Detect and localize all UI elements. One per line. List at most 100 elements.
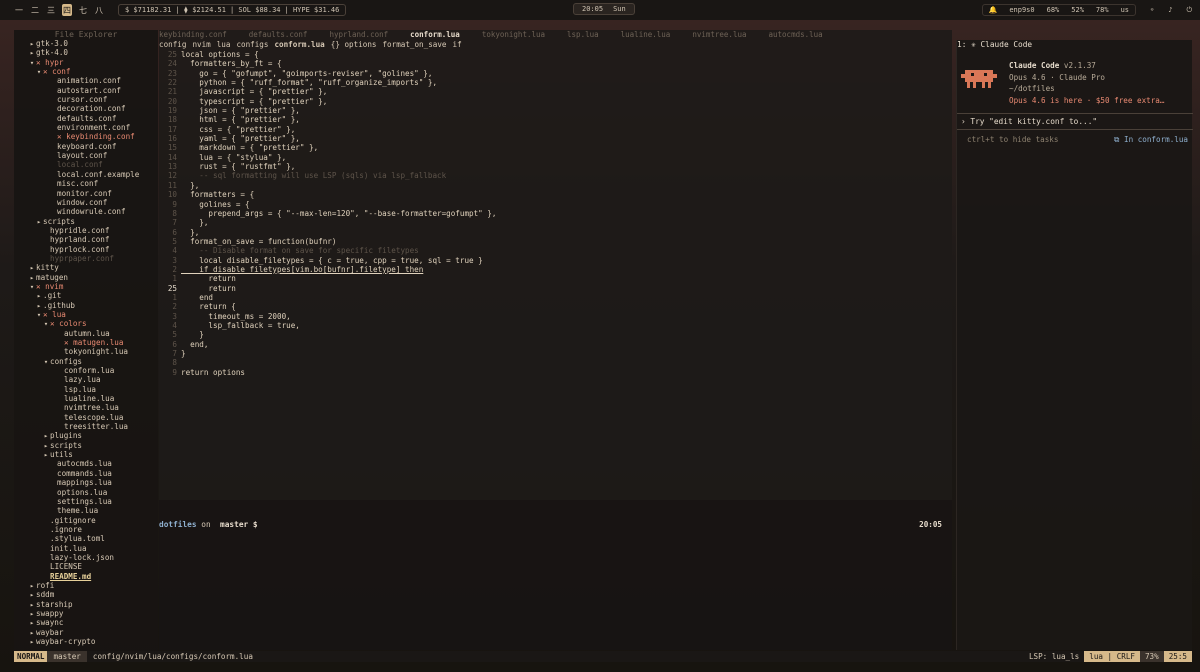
file-tree-item[interactable]: ▸ .git [14, 291, 158, 300]
file-tree-item[interactable]: window.conf [14, 198, 158, 207]
network-label[interactable]: enp9s0 [1009, 6, 1034, 14]
claude-prompt-input[interactable]: › Try "edit kitty.conf to..." [957, 113, 1193, 130]
file-tree-item[interactable]: autumn.lua [14, 329, 158, 338]
editor-tab[interactable]: hyprland.conf [329, 30, 388, 40]
file-tree-item[interactable]: ▸ waybar-crypto [14, 637, 158, 646]
file-tree-item[interactable]: ▸ swappy [14, 609, 158, 618]
file-tree-item[interactable]: ▾ ✕ hypr [14, 58, 158, 67]
file-tree-item[interactable]: ▸ utils [14, 450, 158, 459]
file-tree-item[interactable]: ✕ matugen.lua [14, 338, 158, 347]
file-tree-item[interactable]: ✕ keybinding.conf [14, 132, 158, 141]
file-tree-item[interactable]: cursor.conf [14, 95, 158, 104]
file-tree-item[interactable]: hypridle.conf [14, 226, 158, 235]
file-tree-item[interactable]: ▸ gtk-3.0 [14, 39, 158, 48]
file-tree-item[interactable]: monitor.conf [14, 189, 158, 198]
file-tree-item[interactable]: options.lua [14, 488, 158, 497]
editor-tab[interactable]: tokyonight.lua [482, 30, 545, 40]
editor-tab[interactable]: lsp.lua [567, 30, 599, 40]
file-tree-item[interactable]: conform.lua [14, 366, 158, 375]
file-tree-item[interactable]: telescope.lua [14, 413, 158, 422]
editor-tab[interactable]: conform.lua [410, 30, 460, 40]
line-text: typescript = { "prettier" }, [181, 96, 328, 106]
keyboard-layout[interactable]: us [1121, 6, 1129, 14]
file-tree-item[interactable]: theme.lua [14, 506, 158, 515]
file-tree-item[interactable]: .stylua.toml [14, 534, 158, 543]
file-tree-item[interactable]: ▸ starship [14, 600, 158, 609]
file-tree-item[interactable]: treesitter.lua [14, 422, 158, 431]
file-tree-item[interactable]: local.conf.example [14, 170, 158, 179]
file-tree-item[interactable]: ▾ configs [14, 357, 158, 366]
file-tree-item[interactable]: settings.lua [14, 497, 158, 506]
file-tree-item[interactable]: ▸ rofi [14, 581, 158, 590]
editor-tab[interactable]: nvimtree.lua [692, 30, 746, 40]
file-tree-item[interactable]: init.lua [14, 544, 158, 553]
workspace-button[interactable]: 一 [14, 4, 24, 16]
breadcrumb-item[interactable]: conform.lua [274, 40, 324, 50]
notification-icon[interactable]: 🔔 [989, 6, 998, 14]
file-tree-item[interactable]: autostart.conf [14, 86, 158, 95]
file-tree-item[interactable]: lsp.lua [14, 385, 158, 394]
breadcrumb-item[interactable]: configs [236, 40, 268, 50]
file-tree-item[interactable]: ▾ ✕ colors [14, 319, 158, 328]
file-tree-item[interactable]: layout.conf [14, 151, 158, 160]
file-tree-item[interactable]: README.md [14, 572, 158, 581]
editor-tab[interactable]: lualine.lua [621, 30, 671, 40]
file-tree-item[interactable]: ▸ plugins [14, 431, 158, 440]
volume-icon[interactable]: ♪ [1168, 6, 1172, 14]
file-tree-item[interactable]: ▾ ✕ conf [14, 67, 158, 76]
file-tree-item[interactable]: ▸ sddm [14, 590, 158, 599]
file-tree-item[interactable]: nvimtree.lua [14, 403, 158, 412]
file-tree-item[interactable]: decoration.conf [14, 104, 158, 113]
clock[interactable]: 20:05 Sun [573, 3, 635, 15]
file-tree-item[interactable]: tokyonight.lua [14, 347, 158, 356]
file-tree-item[interactable]: mappings.lua [14, 478, 158, 487]
file-tree-item[interactable]: ▸ gtk-4.0 [14, 48, 158, 57]
workspace-button[interactable]: 二 [30, 4, 40, 16]
file-tree-item[interactable]: lazy-lock.json [14, 553, 158, 562]
file-tree-item[interactable]: keyboard.conf [14, 142, 158, 151]
breadcrumb-item[interactable]: if [453, 40, 462, 50]
file-tree-item[interactable]: ▾ ✕ lua [14, 310, 158, 319]
code-area[interactable]: 25 local options = {24 formatters_by_ft =… [159, 50, 952, 377]
file-tree-item[interactable]: ▸ matugen [14, 273, 158, 282]
file-tree-item[interactable]: hyprlock.conf [14, 245, 158, 254]
file-tree-item[interactable]: animation.conf [14, 76, 158, 85]
file-tree-item[interactable]: hyprland.conf [14, 235, 158, 244]
file-tree-item[interactable]: .gitignore [14, 516, 158, 525]
power-icon[interactable]: ⏻ [1186, 6, 1192, 15]
breadcrumb-item[interactable]: format_on_save [382, 40, 446, 50]
editor-tab[interactable]: keybinding.conf [159, 30, 227, 40]
file-tree-item[interactable]: ▾ ✕ nvim [14, 282, 158, 291]
file-tree-item[interactable]: windowrule.conf [14, 207, 158, 216]
file-tree-item[interactable]: commands.lua [14, 469, 158, 478]
breadcrumb-item[interactable]: nvim [192, 40, 210, 50]
editor-tab[interactable]: defaults.conf [249, 30, 308, 40]
file-tree-item[interactable]: local.conf [14, 160, 158, 169]
breadcrumb-item[interactable]: config [159, 40, 186, 50]
file-tree-label: ✕ conf [43, 67, 71, 77]
file-tree-item[interactable]: ▸ .github [14, 301, 158, 310]
workspace-button[interactable]: 七 [78, 4, 88, 16]
file-tree-item[interactable]: LICENSE [14, 562, 158, 571]
workspace-button[interactable]: 四 [62, 4, 72, 16]
terminal-pane[interactable]: dotfiles on master $ 20:05 [159, 500, 952, 650]
file-tree-item[interactable]: ▸ waybar [14, 628, 158, 637]
file-tree-item[interactable]: ▸ scripts [14, 217, 158, 226]
breadcrumb-item[interactable]: lua [217, 40, 231, 50]
file-tree-item[interactable]: lualine.lua [14, 394, 158, 403]
workspace-button[interactable]: 八 [94, 4, 104, 16]
editor-tab[interactable]: autocmds.lua [769, 30, 823, 40]
workspace-button[interactable]: 三 [46, 4, 56, 16]
file-tree-item[interactable]: ▸ kitty [14, 263, 158, 272]
file-tree-item[interactable]: ▸ swaync [14, 618, 158, 627]
file-tree-item[interactable]: .ignore [14, 525, 158, 534]
breadcrumb-item[interactable]: {} options [331, 40, 377, 50]
file-tree-item[interactable]: misc.conf [14, 179, 158, 188]
file-tree-item[interactable]: ▸ scripts [14, 441, 158, 450]
wifi-icon[interactable]: ⌔ [1150, 6, 1154, 14]
file-tree-item[interactable]: defaults.conf [14, 114, 158, 123]
file-tree-item[interactable]: environment.conf [14, 123, 158, 132]
file-tree-item[interactable]: autocmds.lua [14, 459, 158, 468]
file-tree-item[interactable]: hyprpaper.conf [14, 254, 158, 263]
file-tree-item[interactable]: lazy.lua [14, 375, 158, 384]
